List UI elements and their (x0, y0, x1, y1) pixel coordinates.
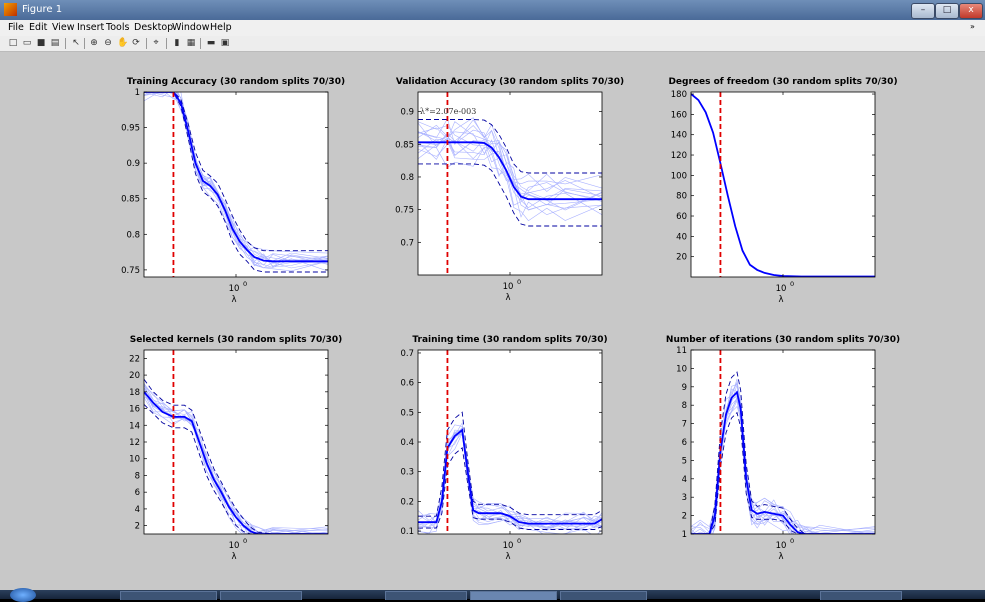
start-button[interactable] (10, 588, 36, 602)
x-axis-label: λ (505, 552, 510, 562)
y-tick-label: 7 (682, 420, 687, 430)
y-tick-label: 2 (135, 522, 140, 532)
y-tick-label: 2 (682, 512, 687, 522)
y-tick-label: 160 (671, 110, 687, 120)
y-tick-label: 22 (129, 354, 140, 364)
y-tick-label: 0.9 (400, 108, 414, 118)
y-tick-label: 0.6 (400, 379, 414, 389)
y-tick-label: 20 (676, 253, 687, 263)
x-tick-label: 10 (229, 541, 240, 551)
x-tick-label: 10 (776, 541, 787, 551)
figure-window: Figure 1 – □ x File Edit View Insert Too… (0, 0, 985, 602)
x-axis-label: λ (778, 552, 783, 562)
y-tick-label: 6 (135, 488, 140, 498)
x-tick-label: 10 (503, 541, 514, 551)
subplot-1: 0.75 0.8 0.85 0.9 0.95 1 10 0λ Training Accuracy… (121, 77, 345, 305)
y-tick-label: 20 (129, 371, 140, 381)
y-tick-label: 0.5 (400, 408, 414, 418)
subplot-title: Number of iterations (30 random splits 7… (666, 335, 900, 345)
y-tick-label: 12 (129, 438, 140, 448)
subplot-3: 2040608010012014016018010 0λDegrees of fr… (668, 77, 897, 305)
y-tick-label: 3 (682, 493, 687, 503)
x-tick-exponent: 0 (243, 537, 247, 545)
y-tick-label: 8 (135, 471, 140, 481)
y-tick-label: 0.4 (400, 438, 414, 448)
x-tick-label: 10 (229, 284, 240, 294)
y-tick-label: 120 (671, 151, 687, 161)
subplot-title: Selected kernels (30 random splits 70/30… (130, 335, 343, 345)
taskbar (0, 588, 985, 602)
subplot-4: 24681012141618202210 0λSelected kernels (… (129, 335, 342, 562)
y-tick-label: 5 (682, 456, 687, 466)
y-tick-label: 14 (129, 421, 140, 431)
y-tick-label: 1 (135, 88, 140, 98)
lambda-annotation: λ*=2.07e-003 (420, 107, 476, 116)
x-tick-label: 10 (503, 282, 514, 292)
x-axis-label: λ (505, 293, 510, 303)
subplot-2: 0.7 0.75 0.8 0.85 0.9 10 0λ Validation Accuracy… (395, 77, 624, 303)
axes-background (144, 350, 328, 534)
subplot-6: 123456789101110 0λNumber of iterations (3… (666, 335, 900, 562)
y-tick-label: 80 (676, 192, 687, 202)
y-tick-label: 0.7 (400, 238, 414, 248)
x-axis-label: λ (778, 295, 783, 305)
y-tick-label: 4 (135, 505, 140, 515)
y-tick-label: 0.85 (395, 140, 414, 150)
y-tick-label: 16 (129, 405, 140, 415)
y-tick-label: 60 (676, 212, 687, 222)
axes-background (144, 92, 328, 277)
subplot-title: Training time (30 random splits 70/30) (412, 335, 607, 345)
x-axis-label: λ (231, 295, 236, 305)
y-tick-label: 0.75 (121, 266, 140, 276)
subplot-5: 0.1 0.2 0.3 0.4 0.5 0.6 0.7 10 0λ Training time (… (400, 335, 607, 562)
x-tick-exponent: 0 (243, 280, 247, 288)
y-tick-label: 0.2 (400, 497, 414, 507)
y-tick-label: 0.8 (126, 230, 140, 240)
y-tick-label: 9 (682, 383, 687, 393)
y-tick-label: 0.3 (400, 468, 414, 478)
y-tick-label: 0.75 (395, 206, 414, 216)
y-tick-label: 18 (129, 388, 140, 398)
y-tick-label: 1 (682, 530, 687, 540)
y-tick-label: 0.1 (400, 527, 414, 537)
x-tick-exponent: 0 (517, 278, 521, 286)
y-tick-label: 8 (682, 401, 687, 411)
subplot-title: Validation Accuracy (30 random splits 70… (396, 77, 624, 87)
axes-background (691, 92, 875, 277)
y-tick-label: 6 (682, 438, 687, 448)
y-tick-label: 140 (671, 131, 687, 141)
y-tick-label: 40 (676, 232, 687, 242)
y-tick-label: 0.95 (121, 124, 140, 134)
x-tick-exponent: 0 (790, 280, 794, 288)
y-tick-label: 100 (671, 171, 687, 181)
y-tick-label: 0.7 (400, 349, 414, 359)
y-tick-label: 0.8 (400, 173, 414, 183)
y-tick-label: 11 (676, 346, 687, 356)
x-tick-exponent: 0 (517, 537, 521, 545)
subplot-title: Training Accuracy (30 random splits 70/3… (127, 77, 345, 87)
figure-canvas: 0.750.80.850.90.95110 0λTraining Accuracy… (121, 77, 900, 562)
y-tick-label: 0.9 (126, 159, 140, 169)
y-tick-label: 10 (129, 455, 140, 465)
y-tick-label: 4 (682, 475, 687, 485)
x-axis-label: λ (231, 552, 236, 562)
y-tick-label: 10 (676, 364, 687, 374)
x-tick-exponent: 0 (790, 537, 794, 545)
x-tick-label: 10 (776, 284, 787, 294)
subplot-title: Degrees of freedom (30 random splits 70/… (668, 77, 897, 87)
y-tick-label: 180 (671, 90, 687, 100)
y-tick-label: 0.85 (121, 195, 140, 205)
